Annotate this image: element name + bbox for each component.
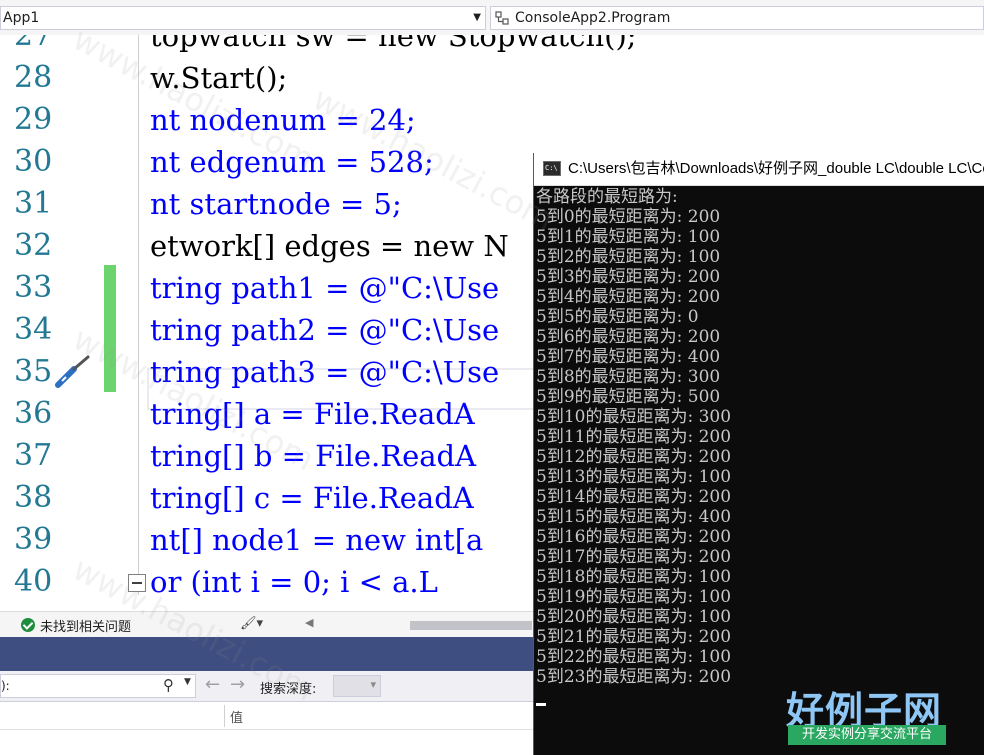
console-line: 5到17的最短距离为: 200 bbox=[536, 547, 732, 567]
console-line: 各路段的最短路为: bbox=[536, 187, 678, 207]
console-line: 5到22的最短距离为: 100 bbox=[536, 647, 732, 667]
console-line: 5到12的最短距离为: 200 bbox=[536, 447, 732, 467]
code-line[interactable]: or (int i = 0; i < a.L bbox=[150, 561, 438, 603]
value-column-header[interactable]: 值 bbox=[230, 707, 243, 726]
column-separator[interactable] bbox=[224, 705, 225, 727]
arrow-left-icon[interactable]: ← bbox=[205, 674, 220, 695]
line-number: 40 bbox=[14, 564, 53, 599]
console-title-bar[interactable]: C:\ C:\Users\包吉林\Downloads\好例子网_double L… bbox=[534, 153, 984, 186]
horizontal-scrollbar-thumb[interactable] bbox=[410, 621, 532, 630]
line-number: 31 bbox=[14, 186, 53, 221]
code-line[interactable]: tring path2 = @"C:\Use bbox=[150, 309, 499, 351]
code-line[interactable]: tring[] a = File.ReadA bbox=[150, 393, 475, 435]
watch-input-text: ): bbox=[1, 679, 10, 693]
console-line: 5到6的最短距离为: 200 bbox=[536, 327, 721, 347]
console-line: 5到10的最短距离为: 300 bbox=[536, 407, 732, 427]
project-dropdown[interactable]: App1 ▼ bbox=[0, 6, 486, 30]
search-depth-label: 搜索深度: bbox=[260, 682, 317, 697]
issues-status[interactable]: 未找到相关问题 bbox=[40, 616, 131, 635]
line-number: 33 bbox=[14, 270, 53, 305]
code-line[interactable]: etwork[] edges = new N bbox=[150, 225, 509, 267]
line-number: 30 bbox=[14, 144, 53, 179]
class-dropdown-label: ConsoleApp2.Program bbox=[515, 10, 671, 26]
console-line: 5到5的最短距离为: 0 bbox=[536, 307, 699, 327]
logo-subtitle: 开发实例分享交流平台 bbox=[788, 725, 946, 745]
code-line[interactable]: topwatch sw = new Stopwatch(); bbox=[150, 35, 637, 57]
line-number: 32 bbox=[14, 228, 53, 263]
console-title: C:\Users\包吉林\Downloads\好例子网_double LC\do… bbox=[568, 160, 984, 177]
console-line: 5到11的最短距离为: 200 bbox=[536, 427, 732, 447]
code-line[interactable]: tring path1 = @"C:\Use bbox=[150, 267, 499, 309]
code-line[interactable]: tring path3 = @"C:\Use bbox=[150, 351, 499, 393]
site-logo: 好例子网 开发实例分享交流平台 bbox=[786, 680, 946, 746]
editor-nav-bar: App1 ▼ ConsoleApp2.Program bbox=[0, 0, 984, 36]
console-output: 各路段的最短路为: 5到0的最短距离为: 200 5到1的最短距离为: 100 5到2… bbox=[536, 187, 731, 687]
line-number: 34 bbox=[14, 312, 53, 347]
chevron-down-icon[interactable]: ▼ bbox=[184, 677, 191, 687]
line-number: 28 bbox=[14, 60, 53, 95]
console-line: 5到7的最短距离为: 400 bbox=[536, 347, 721, 367]
collapse-toggle[interactable] bbox=[128, 574, 146, 592]
chevron-down-icon: ▼ bbox=[473, 12, 481, 23]
change-marker bbox=[104, 307, 116, 349]
arrow-right-icon[interactable]: → bbox=[230, 674, 245, 695]
line-number: 37 bbox=[14, 438, 53, 473]
check-circle-icon bbox=[21, 618, 35, 632]
console-line: 5到20的最短距离为: 100 bbox=[536, 607, 732, 627]
line-number: 38 bbox=[14, 480, 53, 515]
console-line: 5到14的最短距离为: 200 bbox=[536, 487, 732, 507]
console-line: 5到23的最短距离为: 200 bbox=[536, 667, 732, 687]
search-depth-dropdown[interactable] bbox=[333, 675, 381, 697]
class-icon bbox=[495, 11, 509, 25]
line-number: 27 bbox=[14, 35, 53, 53]
console-line: 5到21的最短距离为: 200 bbox=[536, 627, 732, 647]
quick-actions-screwdriver-icon[interactable] bbox=[54, 353, 94, 389]
console-line: 5到1的最短距离为: 100 bbox=[536, 227, 721, 247]
code-line[interactable]: tring[] b = File.ReadA bbox=[150, 435, 476, 477]
console-line: 5到13的最短距离为: 100 bbox=[536, 467, 732, 487]
console-window[interactable]: C:\ C:\Users\包吉林\Downloads\好例子网_double L… bbox=[533, 153, 984, 755]
console-line: 5到15的最短距离为: 400 bbox=[536, 507, 732, 527]
console-line: 5到4的最短距离为: 200 bbox=[536, 287, 721, 307]
code-line[interactable]: nt startnode = 5; bbox=[150, 183, 402, 225]
line-number: 35 bbox=[14, 354, 53, 389]
line-number: 29 bbox=[14, 102, 53, 137]
line-number: 39 bbox=[14, 522, 53, 557]
change-marker bbox=[104, 265, 116, 307]
change-marker bbox=[104, 349, 116, 392]
console-line: 5到8的最短距离为: 300 bbox=[536, 367, 721, 387]
console-app-icon: C:\ bbox=[543, 161, 561, 176]
project-dropdown-label: App1 bbox=[3, 10, 40, 26]
code-line[interactable]: w.Start(); bbox=[150, 57, 287, 99]
code-line[interactable]: nt nodenum = 24; bbox=[150, 99, 416, 141]
console-line: 5到19的最短距离为: 100 bbox=[536, 587, 732, 607]
console-line: 5到2的最短距离为: 100 bbox=[536, 247, 721, 267]
code-line[interactable]: nt edgenum = 528; bbox=[150, 141, 434, 183]
console-line: 5到16的最短距离为: 200 bbox=[536, 527, 732, 547]
code-line[interactable]: nt[] node1 = new int[a bbox=[150, 519, 483, 561]
brush-dropdown-icon[interactable]: 🖌▾ bbox=[240, 616, 263, 631]
code-line[interactable]: tring[] c = File.ReadA bbox=[150, 477, 474, 519]
line-number: 36 bbox=[14, 396, 53, 431]
console-line: 5到0的最短距离为: 200 bbox=[536, 207, 721, 227]
class-dropdown[interactable]: ConsoleApp2.Program bbox=[490, 6, 984, 30]
console-line: 5到3的最短距离为: 200 bbox=[536, 267, 721, 287]
console-line: 5到18的最短距离为: 100 bbox=[536, 567, 732, 587]
console-cursor bbox=[536, 703, 546, 706]
search-icon[interactable]: ⚲ bbox=[163, 676, 174, 694]
outline-guide bbox=[138, 35, 139, 595]
scroll-left-icon[interactable]: ◀ bbox=[305, 616, 313, 629]
console-line: 5到9的最短距离为: 500 bbox=[536, 387, 721, 407]
